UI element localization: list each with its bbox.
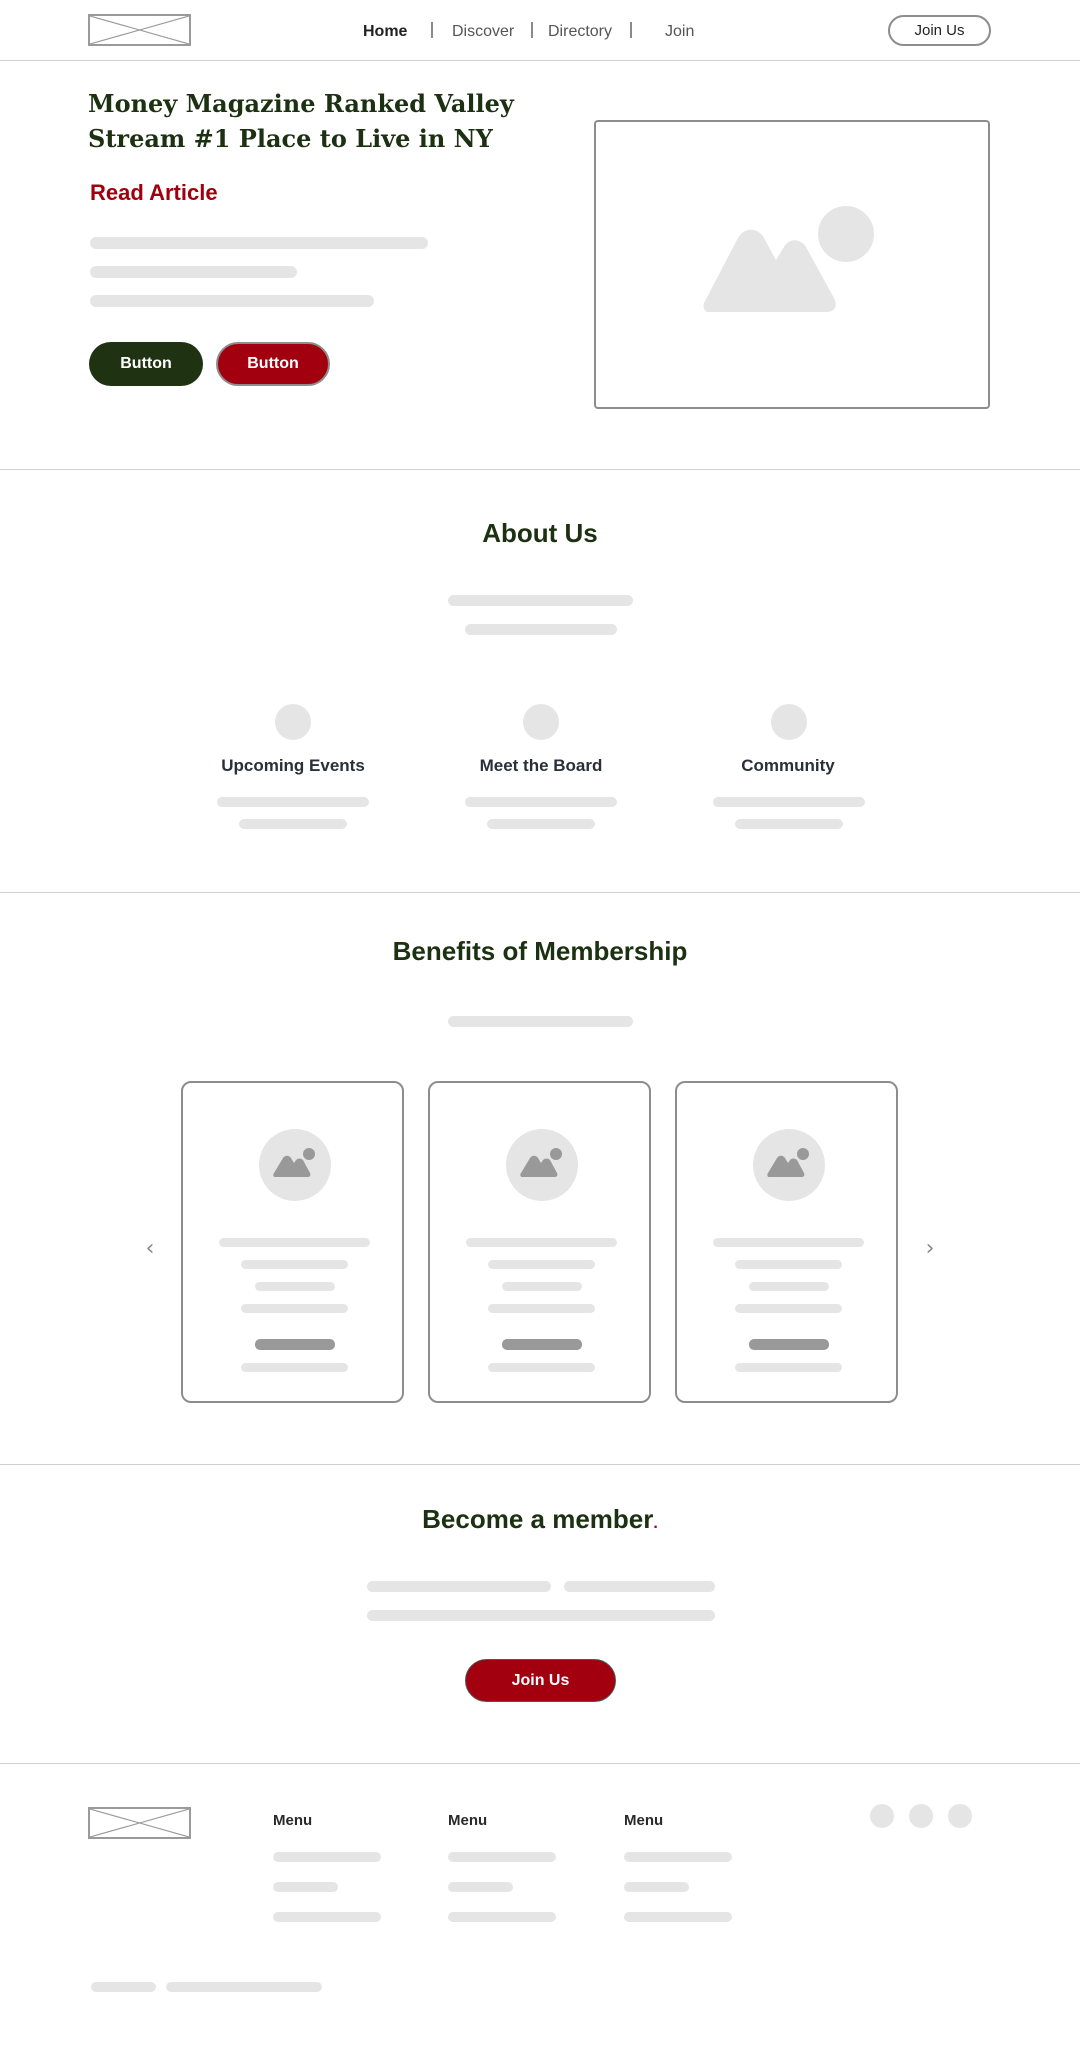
text-placeholder bbox=[735, 819, 843, 829]
text-placeholder bbox=[241, 1363, 348, 1372]
hero-title: Money Magazine Ranked Valley Stream #1 P… bbox=[88, 89, 514, 153]
text-placeholder bbox=[90, 237, 428, 249]
card-image bbox=[506, 1129, 578, 1201]
text-placeholder bbox=[448, 595, 633, 606]
feature-icon bbox=[771, 704, 807, 740]
card-image bbox=[259, 1129, 331, 1201]
text-placeholder bbox=[735, 1260, 842, 1269]
nav-home[interactable]: Home bbox=[363, 22, 407, 42]
text-placeholder bbox=[749, 1282, 829, 1291]
footer-menu-heading: Menu bbox=[273, 1812, 313, 1829]
nav-directory[interactable]: Directory bbox=[548, 22, 612, 42]
benefit-card[interactable] bbox=[675, 1081, 898, 1403]
legal-text-placeholder bbox=[166, 1982, 322, 1992]
become-member-title-text: Become a member bbox=[422, 1504, 654, 1534]
nav-divider bbox=[431, 22, 433, 38]
feature-icon bbox=[523, 704, 559, 740]
primary-button[interactable]: Button bbox=[89, 342, 203, 386]
secondary-button[interactable]: Button bbox=[216, 342, 330, 386]
benefits-title: Benefits of Membership bbox=[392, 936, 688, 966]
text-placeholder bbox=[564, 1581, 715, 1592]
header-join-button[interactable]: Join Us bbox=[888, 15, 991, 46]
feature-label-meet-the-board[interactable]: Meet the Board bbox=[411, 756, 671, 776]
benefit-card[interactable] bbox=[181, 1081, 404, 1403]
feature-label-community[interactable]: Community bbox=[658, 756, 918, 776]
divider bbox=[0, 1763, 1080, 1764]
hero-image bbox=[594, 120, 990, 409]
footer-link-placeholder[interactable] bbox=[273, 1852, 381, 1862]
price-placeholder bbox=[255, 1339, 335, 1350]
footer-menu-heading: Menu bbox=[448, 1812, 488, 1829]
footer-link-placeholder[interactable] bbox=[448, 1852, 556, 1862]
text-placeholder bbox=[241, 1260, 348, 1269]
footer-menu-heading: Menu bbox=[624, 1812, 664, 1829]
feature-icon bbox=[275, 704, 311, 740]
text-placeholder bbox=[217, 797, 369, 807]
become-member-title-suffix: . bbox=[653, 1515, 658, 1532]
social-icon[interactable] bbox=[870, 1804, 894, 1828]
read-article-link[interactable]: Read Article bbox=[90, 180, 218, 206]
text-placeholder bbox=[735, 1304, 842, 1313]
text-placeholder bbox=[367, 1581, 551, 1592]
text-placeholder bbox=[219, 1238, 370, 1247]
benefit-card[interactable] bbox=[428, 1081, 651, 1403]
text-placeholder bbox=[255, 1282, 335, 1291]
chevron-left-icon[interactable]: ‹ bbox=[140, 1236, 160, 1261]
nav-divider bbox=[630, 22, 632, 38]
text-placeholder bbox=[239, 819, 347, 829]
footer-link-placeholder[interactable] bbox=[624, 1912, 732, 1922]
feature-label-upcoming-events[interactable]: Upcoming Events bbox=[163, 756, 423, 776]
nav-join[interactable]: Join bbox=[665, 22, 694, 42]
footer-link-placeholder[interactable] bbox=[448, 1912, 556, 1922]
text-placeholder bbox=[367, 1610, 715, 1621]
social-icon[interactable] bbox=[948, 1804, 972, 1828]
text-placeholder bbox=[90, 266, 297, 278]
text-placeholder bbox=[466, 1238, 617, 1247]
text-placeholder bbox=[488, 1304, 595, 1313]
logo-placeholder-icon bbox=[90, 1809, 189, 1837]
card-image bbox=[753, 1129, 825, 1201]
divider bbox=[0, 60, 1080, 61]
divider bbox=[0, 469, 1080, 470]
image-placeholder-icon bbox=[767, 1148, 809, 1177]
divider bbox=[0, 892, 1080, 893]
image-placeholder-icon bbox=[273, 1148, 315, 1177]
text-placeholder bbox=[502, 1282, 582, 1291]
become-member-title: Become a member. bbox=[0, 1504, 1080, 1535]
footer-link-placeholder[interactable] bbox=[624, 1852, 732, 1862]
footer-link-placeholder[interactable] bbox=[448, 1882, 513, 1892]
footer-link-placeholder[interactable] bbox=[624, 1882, 689, 1892]
logo-placeholder-icon bbox=[90, 16, 189, 44]
text-placeholder bbox=[488, 1260, 595, 1269]
text-placeholder bbox=[713, 1238, 864, 1247]
logo[interactable] bbox=[88, 14, 191, 46]
price-placeholder bbox=[502, 1339, 582, 1350]
price-placeholder bbox=[749, 1339, 829, 1350]
image-placeholder-icon bbox=[703, 206, 874, 312]
footer-link-placeholder[interactable] bbox=[273, 1912, 381, 1922]
text-placeholder bbox=[735, 1363, 842, 1372]
footer-logo[interactable] bbox=[88, 1807, 191, 1839]
social-icon[interactable] bbox=[909, 1804, 933, 1828]
about-title: About Us bbox=[482, 518, 598, 548]
text-placeholder bbox=[241, 1304, 348, 1313]
text-placeholder bbox=[90, 295, 374, 307]
copyright-placeholder bbox=[91, 1982, 156, 1992]
join-us-button[interactable]: Join Us bbox=[465, 1659, 616, 1702]
image-placeholder-icon bbox=[520, 1148, 562, 1177]
text-placeholder bbox=[487, 819, 595, 829]
divider bbox=[0, 1464, 1080, 1465]
nav-divider bbox=[531, 22, 533, 38]
chevron-right-icon[interactable]: › bbox=[920, 1236, 940, 1261]
footer-link-placeholder[interactable] bbox=[273, 1882, 338, 1892]
text-placeholder bbox=[713, 797, 865, 807]
text-placeholder bbox=[465, 624, 617, 635]
nav-discover[interactable]: Discover bbox=[452, 22, 514, 42]
text-placeholder bbox=[448, 1016, 633, 1027]
text-placeholder bbox=[488, 1363, 595, 1372]
text-placeholder bbox=[465, 797, 617, 807]
